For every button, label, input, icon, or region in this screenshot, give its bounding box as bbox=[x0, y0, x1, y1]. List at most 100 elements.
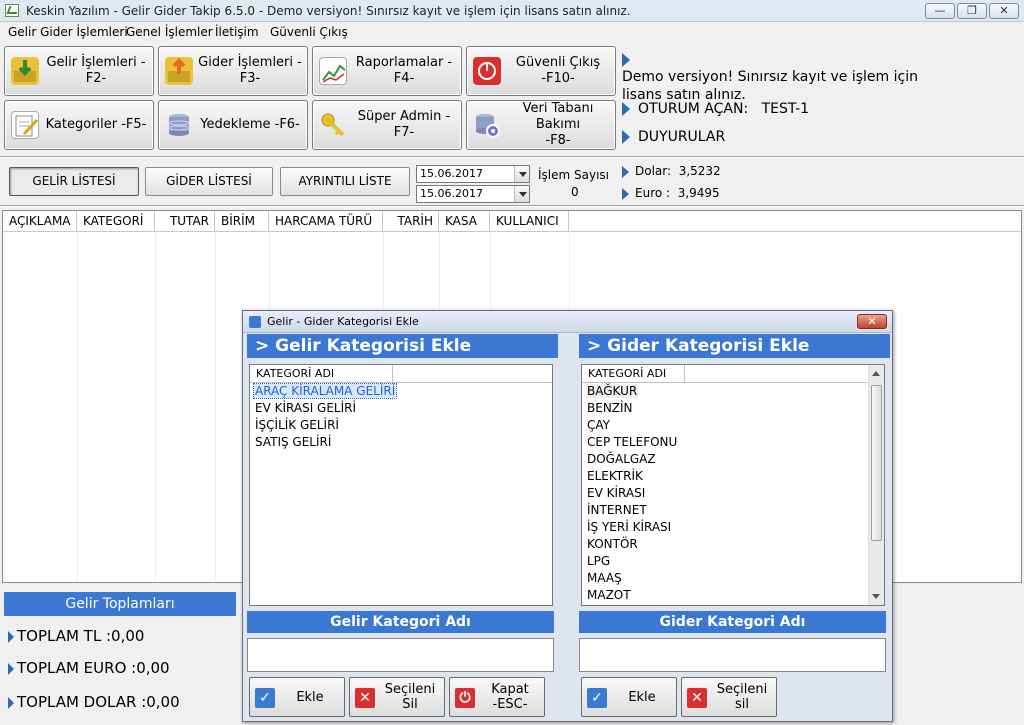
list-item[interactable]: KONTÖR bbox=[582, 536, 884, 553]
dialog-title-bar: Gelir - Gider Kategorisi Ekle ✕ bbox=[243, 311, 892, 333]
list-item[interactable]: EV KİRASI bbox=[582, 485, 884, 502]
list-item[interactable]: LPG bbox=[582, 553, 884, 570]
start-date-picker[interactable]: 15.06.2017 bbox=[416, 165, 530, 183]
delete-x-icon: ✕ bbox=[687, 688, 707, 708]
total-euro: TOPLAM EURO :0,00 bbox=[8, 659, 170, 677]
list-item[interactable]: BENZİN bbox=[582, 400, 884, 417]
islem-sayisi-value: 0 bbox=[571, 185, 579, 199]
chart-icon bbox=[319, 57, 347, 85]
checkmark-icon: ✓ bbox=[587, 688, 607, 708]
list-item[interactable]: ARAÇ KİRALAMA GELİRİ bbox=[250, 383, 552, 400]
totals-title: Gelir Toplamları bbox=[4, 592, 236, 616]
list-item[interactable]: ÇAY bbox=[582, 417, 884, 434]
col-tutar[interactable]: TUTAR bbox=[155, 211, 215, 231]
dropdown-arrow-icon[interactable] bbox=[514, 166, 529, 182]
power-icon: ⏻ bbox=[455, 688, 475, 708]
scroll-down-icon[interactable] bbox=[872, 594, 880, 599]
end-date-picker[interactable]: 15.06.2017 bbox=[416, 185, 530, 203]
gelir-secileni-sil-button[interactable]: ✕ Seçileni Sil bbox=[349, 677, 445, 717]
list-item[interactable]: EV KİRASI GELİRİ bbox=[250, 400, 552, 417]
list-item[interactable]: DOĞALGAZ bbox=[582, 451, 884, 468]
money-up-icon bbox=[165, 57, 193, 85]
gider-list-scrollbar[interactable] bbox=[868, 365, 884, 605]
tab-ayrintili-liste[interactable]: AYRINTILI LİSTE bbox=[280, 167, 410, 196]
col-kategori[interactable]: KATEGORİ bbox=[77, 211, 155, 231]
menu-guvenli-cikis[interactable]: Güvenli Çıkış bbox=[270, 25, 348, 39]
list-header: KATEGORİ ADI bbox=[250, 365, 552, 383]
gelir-kategori-list[interactable]: KATEGORİ ADI ARAÇ KİRALAMA GELİRİ EV KİR… bbox=[249, 364, 553, 606]
dropdown-arrow-icon[interactable] bbox=[514, 186, 529, 202]
gelir-kategori-adi-label: Gelir Kategori Adı bbox=[247, 611, 554, 633]
gider-kategori-adi-label: Gider Kategori Adı bbox=[579, 611, 886, 633]
kategori-ekle-dialog: Gelir - Gider Kategorisi Ekle ✕ > Gelir … bbox=[242, 310, 893, 722]
divider bbox=[0, 156, 1024, 158]
title-bar: Keskin Yazılım - Gelir Gider Takip 6.5.0… bbox=[0, 0, 1024, 22]
header-divider bbox=[684, 365, 685, 383]
scroll-up-icon[interactable] bbox=[872, 371, 880, 376]
maximize-button[interactable]: ❐ bbox=[957, 3, 987, 19]
chevron-right-icon bbox=[622, 187, 629, 200]
menu-iletisim[interactable]: İletişim bbox=[215, 25, 259, 39]
database-icon bbox=[165, 111, 193, 139]
kategoriler-button[interactable]: Kategoriler -F5- bbox=[4, 100, 154, 150]
list-item[interactable]: CEP TELEFONU bbox=[582, 434, 884, 451]
chevron-right-icon bbox=[622, 53, 630, 67]
close-window-button[interactable]: ✕ bbox=[989, 3, 1019, 19]
app-chart-icon bbox=[5, 4, 19, 17]
yedekleme-button[interactable]: Yedekleme -F6- bbox=[158, 100, 308, 150]
gelir-kategori-header: > Gelir Kategorisi Ekle bbox=[247, 334, 558, 358]
total-dolar: TOPLAM DOLAR :0,00 bbox=[8, 693, 180, 711]
dialog-app-icon bbox=[249, 316, 261, 328]
cikis-key: -F10- bbox=[541, 71, 575, 86]
gelir-islemleri-button[interactable]: Gelir İşlemleri -F2- bbox=[4, 46, 154, 96]
list-item[interactable]: SATIŞ GELİRİ bbox=[250, 434, 552, 451]
col-harcama-turu[interactable]: HARCAMA TÜRÜ bbox=[269, 211, 383, 231]
gider-islemleri-button[interactable]: Gider İşlemleri -F3- bbox=[158, 46, 308, 96]
col-birim[interactable]: BİRİM bbox=[215, 211, 269, 231]
tab-gider-listesi[interactable]: GİDER LİSTESİ bbox=[145, 167, 273, 196]
delete-x-icon: ✕ bbox=[355, 688, 375, 708]
dialog-close-button[interactable]: ✕ bbox=[857, 314, 887, 329]
list-item[interactable]: İNTERNET bbox=[582, 502, 884, 519]
euro-rate: Euro : 3,9495 bbox=[622, 186, 720, 200]
list-item[interactable]: MAZOT bbox=[582, 587, 884, 604]
grid-line bbox=[155, 232, 156, 582]
gider-secileni-sil-button[interactable]: ✕ Seçileni sil bbox=[681, 677, 777, 717]
guvenli-cikis-button[interactable]: Güvenli Çıkış -F10- bbox=[466, 46, 616, 96]
list-item[interactable]: İŞ YERİ KİRASI bbox=[582, 519, 884, 536]
gelir-ekle-button[interactable]: ✓ Ekle bbox=[249, 677, 345, 717]
chevron-right-icon bbox=[8, 696, 14, 709]
menu-gelir-gider-islemleri[interactable]: Gelir Gider İşlemleri bbox=[8, 25, 128, 39]
demo-notice: Demo versiyon! Sınırsız kayıt ve işlem i… bbox=[622, 52, 922, 104]
gelir-kategori-adi-input[interactable] bbox=[247, 638, 554, 672]
col-kullanici[interactable]: KULLANICI bbox=[490, 211, 569, 231]
dialog-title: Gelir - Gider Kategorisi Ekle bbox=[267, 315, 419, 328]
scroll-thumb[interactable] bbox=[871, 385, 882, 541]
col-kasa[interactable]: KASA bbox=[439, 211, 490, 231]
super-admin-button[interactable]: Süper Admin -F7- bbox=[312, 100, 462, 150]
list-item[interactable]: MAAŞ bbox=[582, 570, 884, 587]
grid-line bbox=[215, 232, 216, 582]
duyurular-link[interactable]: DUYURULAR bbox=[622, 129, 725, 145]
gider-kategori-list[interactable]: KATEGORİ ADI BAĞKUR BENZİN ÇAY CEP TELEF… bbox=[581, 364, 885, 606]
total-tl: TOPLAM TL :0,00 bbox=[8, 627, 144, 645]
chevron-right-icon bbox=[622, 165, 629, 178]
col-tarih[interactable]: TARİH bbox=[383, 211, 439, 231]
list-item[interactable]: BAĞKUR bbox=[582, 383, 884, 400]
chevron-right-icon bbox=[622, 102, 630, 116]
gider-ekle-button[interactable]: ✓ Ekle bbox=[581, 677, 677, 717]
raporlamalar-button[interactable]: Raporlamalar -F4- bbox=[312, 46, 462, 96]
gider-kategori-adi-input[interactable] bbox=[579, 638, 886, 672]
oturum-acan: OTURUM AÇAN: TEST-1 bbox=[622, 101, 809, 117]
minimize-button[interactable]: — bbox=[925, 3, 955, 19]
grid-header: AÇIKLAMA KATEGORİ TUTAR BİRİM HARCAMA TÜ… bbox=[3, 211, 1021, 232]
dolar-rate: Dolar: 3,5232 bbox=[622, 164, 721, 178]
list-item[interactable]: ELEKTRİK bbox=[582, 468, 884, 485]
veri-tabani-bakimi-button[interactable]: Veri Tabanı Bakımı -F8- bbox=[466, 100, 616, 150]
tab-gelir-listesi[interactable]: GELİR LİSTESİ bbox=[9, 167, 139, 196]
col-aciklama[interactable]: AÇIKLAMA bbox=[3, 211, 77, 231]
kapat-button[interactable]: ⏻ Kapat -ESC- bbox=[449, 677, 545, 717]
menu-genel-islemler[interactable]: Genel İşlemler bbox=[126, 25, 213, 39]
chevron-right-icon bbox=[8, 630, 14, 643]
list-item[interactable]: İŞÇİLİK GELİRİ bbox=[250, 417, 552, 434]
